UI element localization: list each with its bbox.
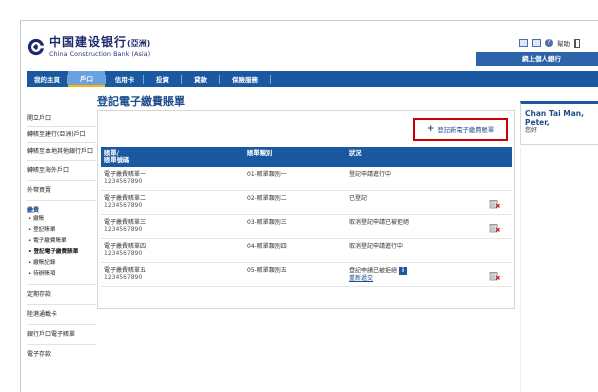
logout-icon[interactable] [574,38,580,48]
divider [520,148,521,392]
table-header: 賬單/ 賬單號碼 賬單類別 狀況 [101,147,512,167]
bill-status-cell: 登記申請進行中 [349,167,488,190]
bill-cell: 電子繳費賬單一 1234567890 [101,167,247,190]
bill-category: 03-賬單類別三 [247,219,287,226]
sidebar-item-transfer-local[interactable]: 轉賬至本地其他銀行戶口 [27,143,96,161]
bill-number: 1234567890 [104,226,143,233]
bill-status-cell: 已登記 [349,191,488,214]
bill-name: 電子繳費賬單三 [104,219,147,226]
sidebar-item-time-deposit[interactable]: 定期存款 [27,285,96,305]
add-ebill-label: 登記新電子繳費賬單 [437,127,495,134]
ebill-table: 賬單/ 賬單號碼 賬單類別 狀況 電子繳費賬單一 1234567890 01-賬單類… [101,147,512,287]
main-nav: 我的主頁 戶口 信用卡 投資 貸款 保險服務 [27,71,598,87]
brand-name-en: China Construction Bank (Asia) [49,50,151,58]
bill-number: 1234567890 [104,250,143,257]
bill-cell: 電子繳費賬單二 1234567890 [101,191,247,214]
user-greeting: 您好 [525,127,538,134]
sidebar-subitem-ebills[interactable]: • 電子繳費賬單 [27,236,96,247]
bill-name: 電子繳費賬單四 [104,243,147,250]
bill-status-cell: 取消登記申請已被拒絕 [349,215,488,238]
bill-name: 電子繳費賬單二 [104,195,147,202]
bill-cell: 電子繳費賬單五 1234567890 [101,263,247,286]
delete-icon[interactable] [489,199,500,209]
table-row: 電子繳費賬單一 1234567890 01-賬單類別一 登記申請進行中 [101,167,512,191]
sidebar-item-estatement[interactable]: 銀行戶口電子賬單 [27,325,96,345]
header-bill: 賬單/ 賬單號碼 [104,150,130,164]
brand-name-zh: 中国建设银行(亞洲) [49,35,151,49]
sidebar-item-transfer-overseas[interactable]: 轉賬至海外戶口 [27,161,96,181]
sidebar-bill-section: 繳費 • 繳賬 • 登記賬單 • 電子繳費賬單 • 登記電子繳費賬單 • 繳賬記… [27,201,96,285]
bill-status-cell: 登記申請已被拒絕 i 重新遞交 [349,263,488,286]
nav-my-homepage[interactable]: 我的主頁 [27,71,67,87]
user-name: Chan Tai Man, Peter, [525,109,584,127]
bill-status: 登記申請已被拒絕 [349,267,398,275]
user-panel: Chan Tai Man, Peter, 您好 [520,101,598,145]
bill-cell: 電子繳費賬單四 1234567890 [101,239,247,262]
nav-accounts[interactable]: 戶口 [68,71,105,87]
add-ebill-button[interactable]: + 登記新電子繳費賬單 [413,118,508,141]
ccb-logo-icon [27,38,45,56]
header-category: 賬單類別 [247,150,273,157]
resubmit-link[interactable]: 重新遞交 [349,275,488,282]
sidebar-section-title[interactable]: 繳費 [27,201,96,214]
bill-status: 已登記 [349,195,368,202]
sidebar-item-e-deposit[interactable]: 電子存款 [27,345,96,364]
bill-cell: 電子繳費賬單三 1234567890 [101,215,247,238]
sidebar-subitem-pending-items[interactable]: • 待辦賬項 [27,269,96,280]
bill-number: 1234567890 [104,202,143,209]
info-icon[interactable]: i [399,267,408,275]
bill-number: 1234567890 [104,274,143,281]
bill-category: 04-賬單類別四 [247,243,287,250]
help-icon[interactable]: ? [545,39,553,47]
nav-loans[interactable]: 貸款 [182,71,219,87]
delete-icon[interactable] [489,271,500,281]
plus-icon: + [426,124,435,134]
sidebar-item-fx[interactable]: 外幣買賣 [27,181,96,201]
bill-category: 05-賬單類別五 [247,267,287,274]
print-icon[interactable] [532,39,541,47]
bank-logo[interactable]: 中国建设银行(亞洲) China Construction Bank (Asia… [27,36,150,58]
bill-name: 電子繳費賬單一 [104,171,147,178]
nav-insurance[interactable]: 保險服務 [220,71,270,87]
header-status: 狀況 [349,150,362,157]
sidebar-subitem-register-ebills[interactable]: • 登記電子繳費賬單 [27,247,96,258]
bill-category: 01-賬單類別一 [247,171,287,178]
bill-category: 02-賬單類別二 [247,195,287,202]
nav-investment[interactable]: 投資 [144,71,181,87]
sidebar-subitem-pay-bills[interactable]: • 繳賬 [27,214,96,225]
utility-bar: ? 幫助 [519,38,580,48]
nav-credit-card[interactable]: 信用卡 [106,71,143,87]
sidebar-item-card[interactable]: 陸港通載卡 [27,305,96,325]
bill-status: 登記申請進行中 [349,171,392,178]
sidebar-subitem-register-bills[interactable]: • 登記賬單 [27,225,96,236]
bill-status: 取消登記申請已被拒絕 [349,219,410,226]
bill-number: 1234567890 [104,178,143,185]
bill-status: 取消登記申請進行中 [349,243,404,250]
sidebar-subitem-payment-history[interactable]: • 繳賬記錄 [27,258,96,269]
table-row: 電子繳費賬單五 1234567890 05-賬單類別五 登記申請已被拒絕 i 重新遞交 [101,263,512,287]
delete-icon[interactable] [489,223,500,233]
page-title: 登記電子繳費賬單 [97,95,185,108]
sitemap-icon[interactable] [519,39,528,47]
sidebar: 開立戶口 轉賬至建行(亞洲)戶口 轉賬至本地其他銀行戶口 轉賬至海外戶口 外幣買… [27,111,96,364]
sidebar-item-transfer-ccb[interactable]: 轉賬至建行(亞洲)戶口 [27,127,96,143]
table-row: 電子繳費賬單四 1234567890 04-賬單類別四 取消登記申請進行中 [101,239,512,263]
table-row: 電子繳費賬單二 1234567890 02-賬單類別二 已登記 [101,191,512,215]
personal-banking-badge: 網上個人銀行 [476,52,598,66]
table-row: 電子繳費賬單三 1234567890 03-賬單類別三 取消登記申請已被拒絕 [101,215,512,239]
sidebar-item-open-account[interactable]: 開立戶口 [27,111,96,127]
help-link[interactable]: 幫助 [557,38,570,48]
bill-name: 電子繳費賬單五 [104,267,147,274]
bill-status-cell: 取消登記申請進行中 [349,239,488,262]
nav-divider [270,74,271,84]
